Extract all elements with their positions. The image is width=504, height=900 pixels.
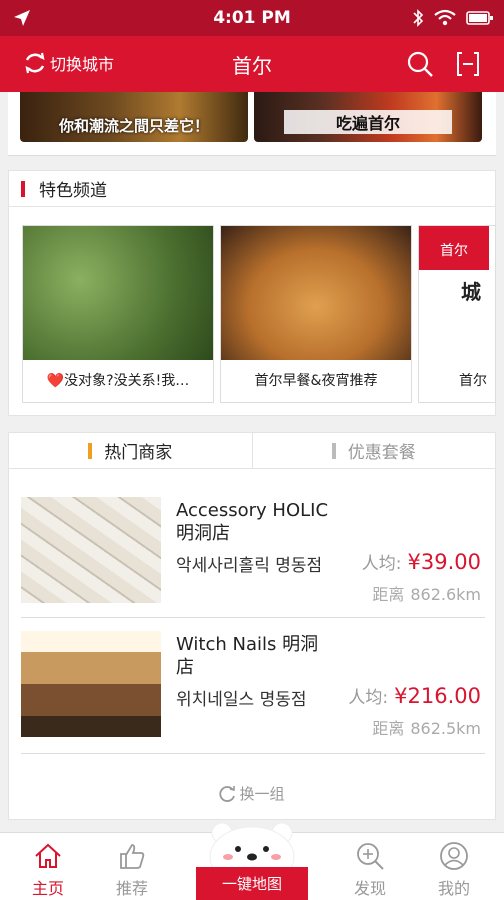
merchant-item[interactable]: Witch Nails 明洞店 위치네일스 명동점 人均: ¥216.00 距离 8… xyxy=(21,631,485,741)
section-header: 特色频道 xyxy=(9,171,495,207)
channel-caption: 首尔 xyxy=(459,373,487,389)
channel-thumbnail xyxy=(221,226,411,360)
merchant-photo xyxy=(21,497,161,603)
tab-label: 我的 xyxy=(437,879,470,898)
reload-icon xyxy=(219,785,236,802)
channel-thumbnail: 首尔 城 xyxy=(419,226,495,360)
banner-left[interactable]: 你和潮流之間只差它！ xyxy=(20,92,248,142)
price-value: ¥216.00 xyxy=(394,684,481,708)
scan-icon[interactable] xyxy=(454,50,482,78)
channel-tag: 首尔 xyxy=(419,226,489,270)
tab-home[interactable]: 主页 xyxy=(8,833,88,900)
wifi-icon xyxy=(434,9,456,26)
divider xyxy=(21,753,485,754)
featured-channels: 特色频道 ❤️没对象?没关系!我… 首尔早餐&夜宵推荐 首尔 城 首尔 xyxy=(8,170,496,416)
channel-item[interactable]: ❤️没对象?没关系!我… xyxy=(22,225,214,403)
bluetooth-icon xyxy=(413,9,424,27)
tab-deals[interactable]: 优惠套餐 xyxy=(253,433,496,468)
tab-label: 推荐 xyxy=(115,879,148,898)
banner-left-text: 你和潮流之間只差它！ xyxy=(58,117,209,135)
status-icons xyxy=(412,8,494,28)
thumbs-up-icon xyxy=(120,844,145,869)
discover-search-icon xyxy=(357,843,384,870)
location-arrow-icon xyxy=(14,10,30,26)
price-value: ¥39.00 xyxy=(407,550,481,574)
battery-icon xyxy=(466,11,493,25)
tab-recommend[interactable]: 推荐 xyxy=(92,833,172,900)
channel-caption: ❤️没对象?没关系!我… xyxy=(46,373,190,389)
merchant-name: Accessory HOLIC 明洞店 xyxy=(176,500,329,544)
home-icon xyxy=(35,843,61,868)
merchant-section: 热门商家 优惠套餐 Accessory HOLIC 明洞店 악세사리홀릭 명동점… xyxy=(8,432,496,820)
merchant-korean-name: 악세사리홀릭 명동점 xyxy=(176,556,323,576)
merchant-distance: 距离 862.6km xyxy=(372,581,481,605)
distance-value: 862.5km xyxy=(410,719,481,738)
banner-right[interactable]: 吃遍首尔 xyxy=(254,92,482,142)
tab-discover[interactable]: 发现 xyxy=(330,833,410,900)
merchant-tabs: 热门商家 优惠套餐 xyxy=(9,433,495,469)
search-icon[interactable] xyxy=(406,50,434,78)
section-title: 特色频道 xyxy=(39,181,107,201)
channel-big-text: 城 xyxy=(461,280,481,304)
distance-value: 862.6km xyxy=(410,585,481,604)
channel-item[interactable]: 首尔 城 首尔 xyxy=(418,225,496,403)
bottom-tab-bar: 主页 推荐 一键地图 发现 我的 xyxy=(0,822,504,900)
refresh-group-button[interactable]: 换一组 xyxy=(9,783,495,804)
tab-marker xyxy=(88,442,93,459)
banner-carousel[interactable]: 你和潮流之間只差它！ 吃遍首尔 xyxy=(8,92,496,156)
channel-caption: 首尔早餐&夜宵推荐 xyxy=(254,373,378,389)
tab-marker xyxy=(331,442,336,459)
one-key-map-label: 一键地图 xyxy=(196,867,308,900)
price-label: 人均: xyxy=(361,554,402,574)
section-marker xyxy=(21,180,25,197)
merchant-photo xyxy=(21,631,161,737)
tab-label: 发现 xyxy=(353,879,386,898)
tab-label: 优惠套餐 xyxy=(347,443,416,463)
status-time: 4:01 PM xyxy=(213,8,291,28)
nav-bar: 切换城市 首尔 xyxy=(0,36,504,92)
tab-label: 主页 xyxy=(31,879,64,898)
merchant-korean-name: 위치네일스 명동점 xyxy=(176,690,307,710)
tab-label: 热门商家 xyxy=(104,443,173,463)
price-label: 人均: xyxy=(348,688,389,708)
distance-label: 距离 xyxy=(372,719,405,738)
tab-one-key-map[interactable]: 一键地图 xyxy=(196,819,308,900)
channel-item[interactable]: 首尔早餐&夜宵推荐 xyxy=(220,225,412,403)
merchant-price: 人均: ¥216.00 xyxy=(348,683,481,708)
merchant-item[interactable]: Accessory HOLIC 明洞店 악세사리홀릭 명동점 人均: ¥39.00… xyxy=(21,497,485,607)
merchant-distance: 距离 862.5km xyxy=(372,715,481,739)
merchant-name: Witch Nails 明洞店 xyxy=(176,634,319,678)
distance-label: 距离 xyxy=(372,585,405,604)
banner-right-text: 吃遍首尔 xyxy=(284,110,452,134)
user-icon xyxy=(440,842,468,870)
tab-hot-merchants[interactable]: 热门商家 xyxy=(9,433,253,468)
merchant-price: 人均: ¥39.00 xyxy=(362,549,481,574)
status-bar: 4:01 PM xyxy=(0,0,504,36)
refresh-label: 换一组 xyxy=(239,785,285,803)
divider xyxy=(21,617,485,618)
channel-thumbnail xyxy=(23,226,213,360)
tab-mine[interactable]: 我的 xyxy=(414,833,494,900)
